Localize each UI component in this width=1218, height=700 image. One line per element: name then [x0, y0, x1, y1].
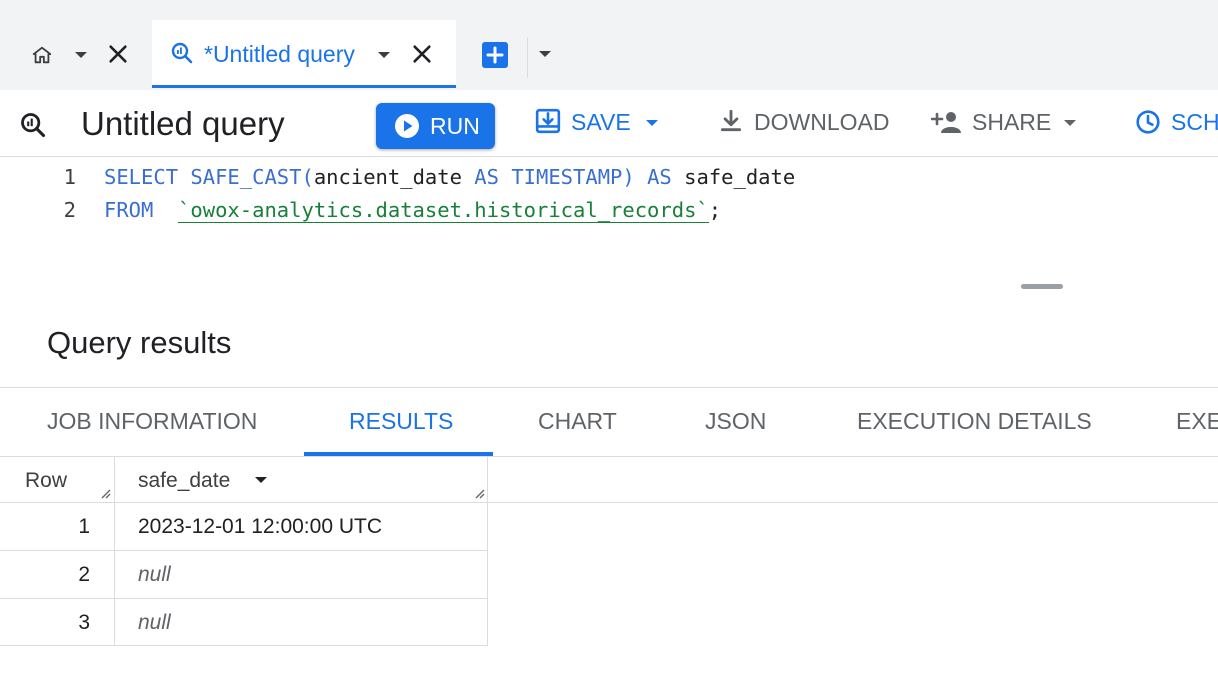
- schedule-clock-icon: [1136, 110, 1160, 134]
- query-tab-menu-caret-icon[interactable]: [378, 52, 390, 58]
- tab-chart[interactable]: CHART: [538, 408, 617, 435]
- query-tab-title: *Untitled query: [204, 41, 355, 67]
- home-tab[interactable]: [0, 20, 150, 88]
- safe-date-value: null: [138, 611, 171, 634]
- tab-job-information[interactable]: JOB INFORMATION: [47, 408, 257, 435]
- safe-date-value: null: [138, 563, 171, 586]
- download-icon: [720, 109, 742, 132]
- line-number: 1: [63, 165, 76, 189]
- run-play-icon: [395, 114, 419, 138]
- new-tab-menu-caret-icon[interactable]: [539, 51, 551, 57]
- home-icon: [32, 46, 52, 64]
- tab-execution-graph[interactable]: EXE: [1176, 408, 1218, 435]
- query-results-header: Query results: [0, 297, 1218, 388]
- query-toolbar: Untitled query RUN SAVE DOWNLOAD SHARE S…: [0, 90, 1218, 157]
- editor-resize-handle[interactable]: [1021, 284, 1063, 289]
- home-tab-menu-caret-icon[interactable]: [75, 52, 87, 58]
- code-line-2: FROM `owox-analytics.dataset.historical_…: [104, 194, 721, 227]
- tab-execution-details[interactable]: EXECUTION DETAILS: [857, 408, 1092, 435]
- save-menu-caret-icon: [646, 120, 658, 126]
- keyword-as: AS: [474, 165, 499, 189]
- column-header-row: Row: [25, 469, 68, 492]
- statement-terminator: ;: [708, 198, 722, 222]
- results-tabs: JOB INFORMATION RESULTS CHART JSON EXECU…: [0, 388, 1218, 457]
- column-resize-grip-icon[interactable]: [473, 487, 485, 499]
- page-title: Untitled query: [81, 105, 285, 142]
- line-number: 2: [63, 198, 76, 222]
- column-resize-grip-icon[interactable]: [99, 487, 111, 499]
- row-number: 2: [78, 563, 90, 586]
- share-button[interactable]: SHARE: [930, 90, 1080, 156]
- code-line-1: SELECT SAFE_CAST(ancient_date AS TIMESTA…: [104, 161, 795, 194]
- keyword-from: FROM: [104, 198, 154, 222]
- keyword-as: AS: [647, 165, 672, 189]
- column-header-safe-date[interactable]: safe_date: [115, 457, 487, 503]
- save-button-label: SAVE: [571, 109, 631, 135]
- sql-editor[interactable]: 1 2 SELECT SAFE_CAST(ancient_date AS TIM…: [0, 157, 1218, 298]
- table-header: Row safe_date: [0, 457, 1218, 503]
- tab-untitled-query[interactable]: *Untitled query: [152, 20, 456, 88]
- code-area[interactable]: SELECT SAFE_CAST(ancient_date AS TIMESTA…: [104, 157, 1218, 257]
- table-row: 1 2023-12-01 12:00:00 UTC: [0, 503, 488, 550]
- share-menu-caret-icon: [1064, 120, 1076, 126]
- keyword-select: SELECT: [104, 165, 179, 189]
- active-tab-indicator: [304, 452, 493, 456]
- tab-json[interactable]: JSON: [705, 408, 766, 435]
- safe-date-value: 2023-12-01 12:00:00 UTC: [138, 515, 382, 538]
- editor-tab-strip: *Untitled query: [0, 0, 1218, 90]
- table-row: 2 null: [0, 551, 488, 598]
- run-button[interactable]: RUN: [376, 103, 495, 149]
- query-icon: [21, 113, 46, 138]
- tab-strip-divider: [527, 38, 528, 78]
- schedule-button-label: SCH: [1171, 109, 1218, 135]
- column-header-label: safe_date: [138, 469, 231, 492]
- row-number: 3: [78, 611, 90, 634]
- type-timestamp: TIMESTAMP): [511, 165, 635, 189]
- row-number: 1: [78, 515, 90, 538]
- alias-safe-date: safe_date: [684, 165, 796, 189]
- schedule-button[interactable]: SCH: [1132, 90, 1218, 156]
- sort-caret-icon[interactable]: [255, 477, 267, 483]
- table-reference[interactable]: `owox-analytics.dataset.historical_recor…: [178, 198, 709, 223]
- tab-results[interactable]: RESULTS: [349, 408, 453, 435]
- table-row: 3 null: [0, 599, 488, 646]
- run-button-label: RUN: [430, 113, 480, 139]
- column-ancient-date: ancient_date: [313, 165, 462, 189]
- query-icon: [171, 42, 193, 64]
- close-icon[interactable]: [411, 43, 433, 65]
- close-icon[interactable]: [107, 43, 129, 65]
- results-table: Row safe_date 1 2023-12-01 12:00:00 UTC …: [0, 457, 1218, 700]
- save-button[interactable]: SAVE: [532, 90, 666, 156]
- add-tab-icon[interactable]: [481, 41, 509, 69]
- save-icon: [535, 108, 561, 134]
- share-button-label: SHARE: [972, 109, 1052, 135]
- download-button-label: DOWNLOAD: [754, 109, 890, 135]
- share-icon: [931, 112, 961, 133]
- function-safe-cast: SAFE_CAST(: [190, 165, 314, 189]
- results-title: Query results: [47, 325, 232, 360]
- download-button[interactable]: DOWNLOAD: [716, 90, 890, 156]
